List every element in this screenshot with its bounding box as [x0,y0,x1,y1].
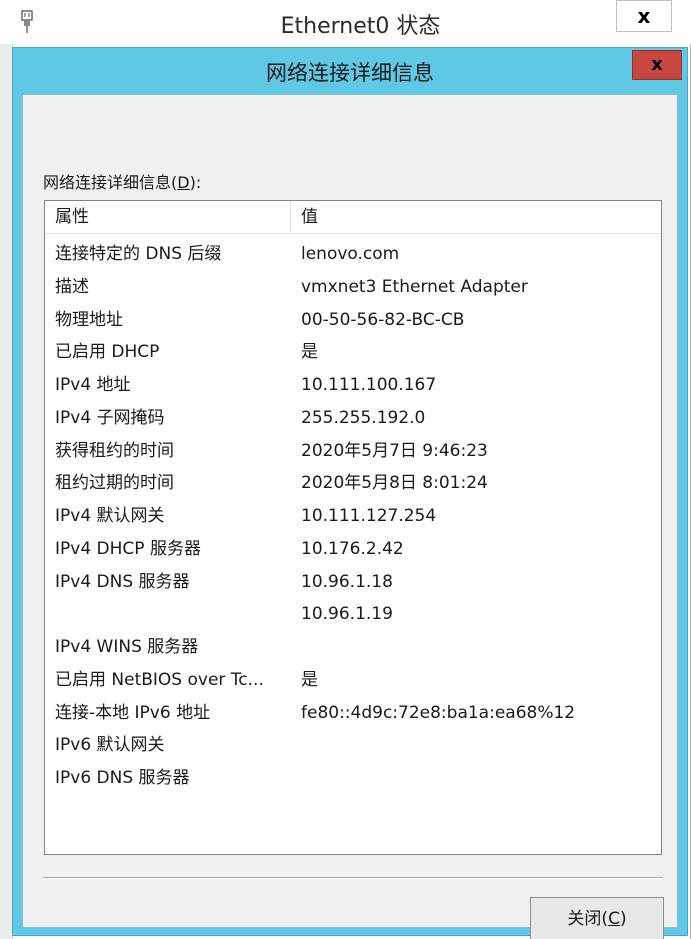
property-cell: 连接特定的 DNS 后缀 [55,244,222,264]
property-cell: 物理地址 [55,309,123,330]
parent-close-button[interactable]: x [616,0,672,32]
column-header-value[interactable]: 值 [291,201,663,233]
value-cell: 10.111.127.254 [301,506,437,526]
list-item[interactable]: 租约过期的时间 2020年5月8日 8:01:24 [45,467,661,500]
property-cell: IPv6 默认网关 [55,735,165,756]
value-cell: 是 [301,342,318,363]
list-item[interactable]: 描述 vmxnet3 Ethernet Adapter [45,271,661,304]
column-header-property[interactable]: 属性 [45,201,291,233]
value-cell [301,631,657,664]
details-list-label: 网络连接详细信息(D): [43,173,202,192]
dialog-close-button[interactable]: x [632,50,682,80]
list-item[interactable]: IPv4 子网掩码 255.255.192.0 [45,402,661,435]
list-item[interactable]: IPv4 默认网关 10.111.127.254 [45,500,661,533]
network-details-dialog: 网络连接详细信息 x 网络连接详细信息(D): 属性 值 连接特定的 DNS 后… [12,47,688,939]
close-icon: x [651,54,663,75]
close-button[interactable]: 关闭(C) [530,897,664,939]
property-cell: IPv4 DHCP 服务器 [55,538,201,559]
property-cell: IPv6 DNS 服务器 [55,768,190,788]
list-item[interactable]: IPv6 默认网关 [45,729,661,762]
details-list[interactable]: 属性 值 连接特定的 DNS 后缀 lenovo.com 描述 vmxnet3 Eth… [44,200,662,855]
property-cell: IPv4 默认网关 [55,506,165,526]
list-item[interactable]: IPv4 地址 10.111.100.167 [45,369,661,402]
value-cell: 00-50-56-82-BC-CB [301,309,465,330]
value-cell: fe80::4d9c:72e8:ba1a:ea68%12 [301,702,576,723]
property-cell: IPv4 WINS 服务器 [55,637,199,657]
parent-titlebar[interactable]: Ethernet0 状态 x [0,0,691,44]
list-item[interactable]: 已启用 DHCP 是 [45,336,661,369]
list-item[interactable]: IPv4 DHCP 服务器 10.176.2.42 [45,533,661,566]
list-item[interactable]: 已启用 NetBIOS over Tc... 是 [45,664,661,697]
property-cell: IPv4 子网掩码 [55,407,165,428]
dialog-body: 网络连接详细信息(D): 属性 值 连接特定的 DNS 后缀 lenovo.com… [22,94,678,939]
value-cell: 2020年5月8日 8:01:24 [301,473,488,494]
value-cell: 10.96.1.18 [301,571,393,592]
property-cell: 连接-本地 IPv6 地址 [55,702,211,723]
property-cell: 已启用 DHCP [55,342,160,363]
list-item[interactable]: 物理地址 00-50-56-82-BC-CB [45,304,661,337]
value-cell: 10.96.1.19 [301,604,393,625]
list-item[interactable]: IPv4 WINS 服务器 [45,631,661,664]
property-cell: 描述 [55,276,89,297]
list-rows: 连接特定的 DNS 后缀 lenovo.com 描述 vmxnet3 Ethernet… [45,238,661,795]
property-cell: IPv4 DNS 服务器 [55,571,190,592]
property-cell: 租约过期的时间 [55,473,174,494]
property-cell: 获得租约的时间 [55,440,174,461]
list-item[interactable]: 连接-本地 IPv6 地址 fe80::4d9c:72e8:ba1a:ea68%1… [45,697,661,730]
value-cell: lenovo.com [301,244,400,264]
list-item[interactable]: IPv6 DNS 服务器 [45,762,661,795]
property-cell [55,598,287,631]
value-cell: vmxnet3 Ethernet Adapter [301,276,528,297]
list-header: 属性 值 [45,201,661,234]
value-cell: 255.255.192.0 [301,407,426,428]
value-cell [301,729,657,762]
footer-separator [43,877,663,879]
property-cell: 已启用 NetBIOS over Tc... [55,669,264,690]
dialog-title: 网络连接详细信息 [266,61,434,85]
list-item[interactable]: 获得租约的时间 2020年5月7日 9:46:23 [45,435,661,468]
value-cell [301,762,657,795]
list-item[interactable]: IPv4 DNS 服务器 10.96.1.18 [45,566,661,599]
parent-window-title: Ethernet0 状态 [280,14,441,39]
property-cell: IPv4 地址 [55,375,131,395]
value-cell: 是 [301,669,318,690]
list-item[interactable]: 连接特定的 DNS 后缀 lenovo.com [45,238,661,271]
value-cell: 10.111.100.167 [301,375,437,395]
dialog-titlebar[interactable]: 网络连接详细信息 x [13,48,687,94]
value-cell: 10.176.2.42 [301,538,404,559]
value-cell: 2020年5月7日 9:46:23 [301,440,488,461]
list-item[interactable]: 10.96.1.19 [45,598,661,631]
